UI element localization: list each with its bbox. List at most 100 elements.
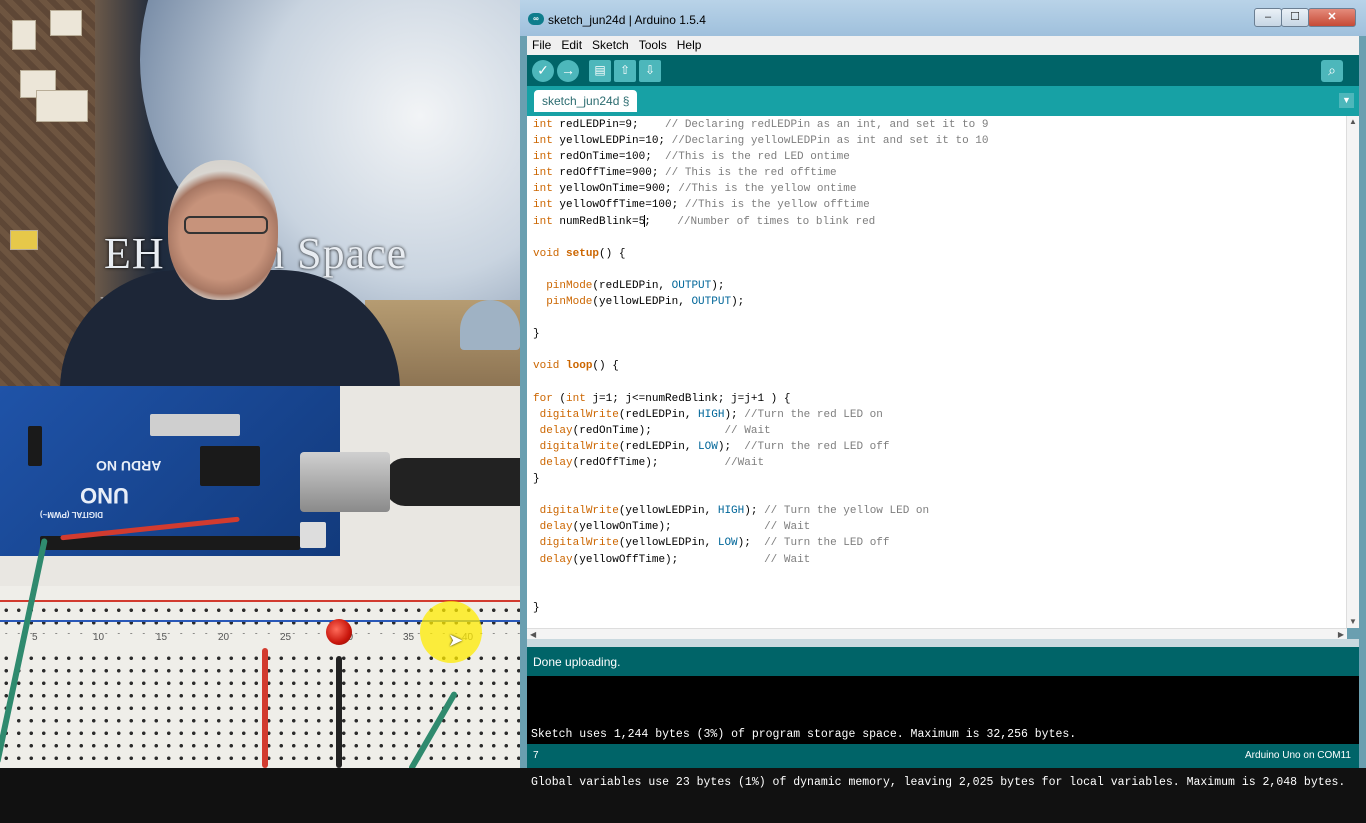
tab-sketch[interactable]: sketch_jun24d §	[534, 90, 638, 112]
wire-red-vertical	[262, 648, 268, 768]
new-sketch-icon[interactable]: ▤	[589, 60, 611, 82]
code-token: );	[724, 408, 745, 421]
arduino-ide-window: ∞ sketch_jun24d | Arduino 1.5.4 – ☐ ✕ Fi…	[520, 0, 1366, 789]
code-editor[interactable]: int redLEDPin=9; // Declaring redLEDPin …	[527, 116, 1359, 628]
code-line[interactable]	[533, 568, 989, 584]
code-token: //This is the red LED ontime	[665, 151, 850, 164]
menu-tools[interactable]: Tools	[634, 37, 672, 54]
breadboard-number: 15	[156, 632, 168, 643]
code-token: // This is the red offtime	[665, 167, 837, 180]
code-token: redOffTime=900;	[552, 167, 666, 180]
board-brand-label: ARDU NO	[96, 458, 162, 474]
code-line[interactable]: for (int j=1; j<=numRedBlink; j=j+1 ) {	[533, 391, 989, 407]
code-line[interactable]: digitalWrite(redLEDPin, LOW); //Turn the…	[533, 439, 989, 455]
code-line[interactable]: int redLEDPin=9; // Declaring redLEDPin …	[533, 117, 989, 133]
code-text[interactable]: int redLEDPin=9; // Declaring redLEDPin …	[533, 117, 989, 616]
code-line[interactable]: int numRedBlink=5; //Number of times to …	[533, 214, 989, 230]
serial-monitor-icon[interactable]: ⌕	[1321, 60, 1343, 82]
code-token: int	[533, 151, 553, 164]
title-bar[interactable]: ∞ sketch_jun24d | Arduino 1.5.4 – ☐ ✕	[520, 0, 1366, 36]
code-line[interactable]	[533, 230, 989, 246]
code-line[interactable]: void loop() {	[533, 358, 989, 374]
code-line[interactable]: int redOffTime=900; // This is the red o…	[533, 165, 989, 181]
verify-icon[interactable]: ✓	[532, 60, 554, 82]
close-button[interactable]: ✕	[1308, 8, 1356, 27]
code-line[interactable]: digitalWrite(yellowLEDPin, HIGH); // Tur…	[533, 503, 989, 519]
code-token: LOW	[698, 440, 718, 453]
output-console[interactable]: Sketch uses 1,244 bytes (3%) of program …	[527, 676, 1359, 789]
code-line[interactable]: pinMode(redLEDPin, OUTPUT);	[533, 278, 989, 294]
code-line[interactable]	[533, 375, 989, 391]
code-line[interactable]: void setup() {	[533, 246, 989, 262]
webcam-video-bottom: UNO ARDU NO DIGITAL (PWM~) 5 10 15 20 25…	[0, 386, 520, 768]
code-token: // Wait	[724, 424, 771, 437]
footer-bar: 7 Arduino Uno on COM11	[527, 744, 1359, 768]
code-token: (	[552, 392, 567, 405]
code-token: );	[731, 296, 745, 309]
presenter-glasses	[184, 216, 268, 234]
menu-help[interactable]: Help	[672, 37, 707, 54]
code-line[interactable]: delay(yellowOnTime); // Wait	[533, 519, 989, 535]
status-message: Done uploading.	[533, 655, 621, 669]
pane-divider[interactable]	[527, 639, 1359, 647]
code-token: //This is the yellow offtime	[684, 199, 870, 212]
code-token: void	[533, 360, 560, 373]
code-token: (yellowOnTime);	[572, 521, 765, 534]
breadboard-number: 10	[93, 632, 105, 643]
code-line[interactable]: int yellowOffTime=100; //This is the yel…	[533, 197, 989, 213]
arduino-logo-icon: ∞	[528, 13, 544, 25]
line-number: 7	[533, 750, 539, 761]
menu-file[interactable]: File	[527, 37, 556, 54]
code-line[interactable]: delay(yellowOffTime); // Wait	[533, 552, 989, 568]
maximize-button[interactable]: ☐	[1281, 8, 1309, 27]
code-line[interactable]	[533, 584, 989, 600]
code-line[interactable]	[533, 310, 989, 326]
breadboard-number: 25	[280, 632, 292, 643]
save-icon[interactable]: ⇩	[639, 60, 661, 82]
code-line[interactable]: int yellowOnTime=900; //This is the yell…	[533, 181, 989, 197]
code-token: yellowOffTime=100;	[552, 199, 685, 212]
code-token: //Turn the red LED off	[744, 440, 890, 453]
code-line[interactable]: }	[533, 471, 989, 487]
menu-sketch[interactable]: Sketch	[587, 37, 634, 54]
tab-menu-dropdown-icon[interactable]: ▼	[1339, 93, 1354, 108]
breadboard-number: 20	[218, 632, 230, 643]
code-token: }	[533, 601, 540, 614]
vertical-scrollbar[interactable]: ▲ ▼	[1346, 116, 1359, 628]
code-line[interactable]	[533, 487, 989, 503]
scroll-down-icon[interactable]: ▼	[1347, 616, 1359, 628]
code-line[interactable]: int redOnTime=100; //This is the red LED…	[533, 149, 989, 165]
code-token: }	[533, 328, 540, 341]
code-line[interactable]: delay(redOffTime); //Wait	[533, 455, 989, 471]
code-line[interactable]: digitalWrite(redLEDPin, HIGH); //Turn th…	[533, 407, 989, 423]
code-token: OUTPUT	[691, 296, 732, 309]
code-token: OUTPUT	[671, 279, 712, 292]
code-token: //Wait	[724, 456, 765, 469]
code-token: digitalWrite	[539, 537, 619, 550]
code-line[interactable]: }	[533, 600, 989, 616]
code-token: //Turn the red LED on	[744, 408, 883, 421]
code-line[interactable]	[533, 342, 989, 358]
menu-edit[interactable]: Edit	[556, 37, 587, 54]
board-port-label: Arduino Uno on COM11	[1245, 750, 1351, 761]
open-icon[interactable]: ⇧	[614, 60, 636, 82]
code-token: );	[737, 537, 765, 550]
minimize-button[interactable]: –	[1254, 8, 1282, 27]
code-line[interactable]	[533, 262, 989, 278]
code-token: (redLEDPin,	[592, 279, 672, 292]
code-line[interactable]: digitalWrite(yellowLEDPin, LOW); // Turn…	[533, 535, 989, 551]
code-line[interactable]: delay(redOnTime); // Wait	[533, 423, 989, 439]
code-token: digitalWrite	[539, 440, 619, 453]
code-token: delay	[539, 521, 573, 534]
scroll-up-icon[interactable]: ▲	[1347, 116, 1359, 128]
upload-icon[interactable]: →	[557, 60, 579, 82]
code-token: );	[744, 505, 765, 518]
code-token: loop	[566, 360, 593, 373]
code-line[interactable]: pinMode(yellowLEDPin, OUTPUT);	[533, 294, 989, 310]
code-token: (redOnTime);	[572, 424, 725, 437]
code-line[interactable]: }	[533, 326, 989, 342]
code-line[interactable]: int yellowLEDPin=10; //Declaring yellowL…	[533, 133, 989, 149]
